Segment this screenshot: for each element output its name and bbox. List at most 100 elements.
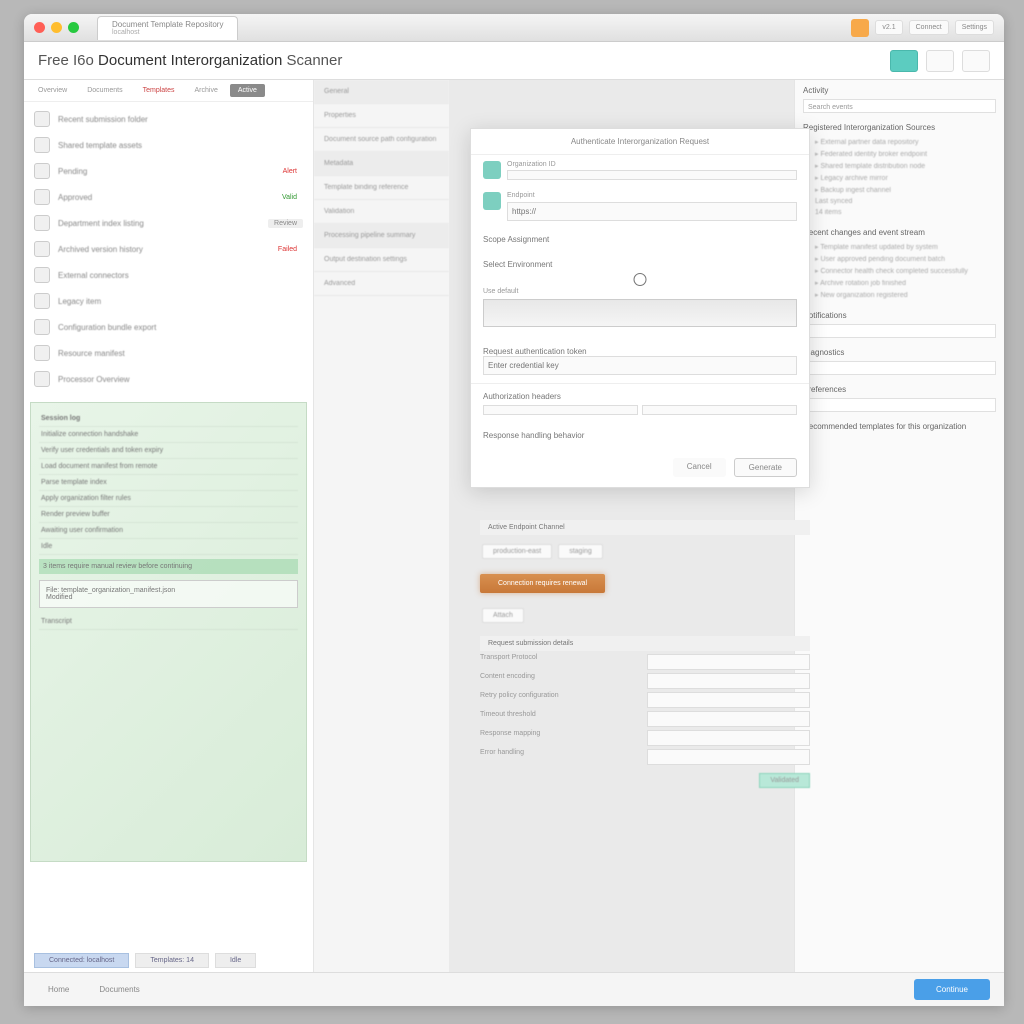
event-item[interactable]: Connector health check completed success… [803,265,996,277]
cancel-button[interactable]: Cancel [673,458,726,477]
tab-archive[interactable]: Archive [187,84,226,97]
footer-documents[interactable]: Documents [89,981,149,998]
source-item[interactable]: Federated identity broker endpoint [803,148,996,160]
property-section[interactable]: Template binding reference [314,176,449,200]
property-section[interactable]: Metadata [314,152,449,176]
sidebar-list: Recent submission folderShared template … [24,102,313,396]
header-key-input[interactable] [483,405,638,415]
close-icon[interactable] [34,22,45,33]
field-input[interactable] [647,692,810,708]
attach-button[interactable]: Attach [482,608,524,623]
sidebar-item[interactable]: Resource manifest [24,340,313,366]
document-icon [34,163,50,179]
status-tag: Review [268,219,303,228]
property-section[interactable]: Processing pipeline summary [314,224,449,248]
header-val-input[interactable] [642,405,797,415]
event-item[interactable]: Template manifest updated by system [803,241,996,253]
sidebar-item[interactable]: Recent submission folder [24,106,313,132]
search-events-input[interactable]: Search events [803,99,996,113]
token-section: Request authentication token [483,347,797,356]
env-pill-staging[interactable]: staging [558,544,603,559]
source-item[interactable]: Legacy archive mirror [803,172,996,184]
app-icon [851,19,869,37]
property-section[interactable]: Validation [314,200,449,224]
sidebar-item-label: Configuration bundle export [58,323,303,332]
form-row: Error handling [480,749,810,765]
sidebar-item[interactable]: PendingAlert [24,158,313,184]
notifications-box[interactable] [803,324,996,338]
tab-documents[interactable]: Documents [79,84,130,97]
field-input[interactable] [647,711,810,727]
credential-input[interactable] [483,356,797,375]
log-row: Parse template index [39,475,298,491]
sidebar-item[interactable]: Legacy item [24,288,313,314]
tab-title: Document Template Repository [112,20,223,29]
footer-home[interactable]: Home [38,981,79,998]
property-section[interactable]: General [314,80,449,104]
maximize-icon[interactable] [68,22,79,33]
search-placeholder: Search events [808,104,853,111]
event-item[interactable]: User approved pending document batch [803,253,996,265]
sidebar-item-label: Department index listing [58,219,260,228]
property-section[interactable]: Properties [314,104,449,128]
field-input[interactable] [647,654,810,670]
property-section[interactable]: Document source path configuration [314,128,449,152]
document-icon [34,215,50,231]
field-label: Error handling [480,749,641,765]
source-item[interactable]: Shared template distribution node [803,160,996,172]
radio-label: Use default [483,288,518,295]
scope-section: Scope Assignment [471,227,809,252]
field-input[interactable] [647,749,810,765]
diagnostics-box[interactable] [803,361,996,375]
continue-button[interactable]: Continue [914,979,990,1000]
source-item[interactable]: External partner data repository [803,136,996,148]
sidebar-item[interactable]: Archived version historyFailed [24,236,313,262]
generate-button[interactable]: Generate [734,458,797,477]
sidebar-item[interactable]: External connectors [24,262,313,288]
header-action-2[interactable] [926,50,954,72]
environment-selector[interactable] [483,299,797,327]
event-item[interactable]: Archive rotation job finished [803,277,996,289]
titlebar: Document Template Repository localhost v… [24,14,1004,42]
minimize-icon[interactable] [51,22,62,33]
settings-button[interactable]: Settings [955,20,994,35]
event-item[interactable]: New organization registered [803,289,996,301]
validated-badge: Validated [759,773,810,788]
document-icon [34,189,50,205]
tab-templates[interactable]: Templates [135,84,183,97]
chip-icon-2[interactable] [483,192,501,210]
preferences-box[interactable] [803,398,996,412]
sidebar-item[interactable]: Department index listing Review [24,210,313,236]
property-section[interactable]: Advanced [314,272,449,296]
endpoint-input[interactable] [507,202,797,221]
field-input[interactable] [647,673,810,689]
org-id-input[interactable] [507,170,797,180]
tab-overview[interactable]: Overview [30,84,75,97]
connect-button[interactable]: Connect [909,20,949,35]
source-item[interactable]: Backup ingest channel [803,184,996,196]
default-radio[interactable] [483,273,797,286]
tab-active[interactable]: Active [230,84,265,97]
status-tag: Alert [277,167,303,176]
title-prefix: Free I6o [38,52,98,69]
status-templates: Templates: 14 [135,953,209,968]
sidebar-item[interactable]: ApprovedValid [24,184,313,210]
chip-icon-1[interactable] [483,161,501,179]
meta-last-synced: Last synced [803,196,996,207]
field-input[interactable] [647,730,810,746]
sidebar-tabs: Overview Documents Templates Archive Act… [24,80,313,102]
sources-title: Registered Interorganization Sources [803,123,996,132]
header-action-primary[interactable] [890,50,918,72]
sidebar-item-label: External connectors [58,271,303,280]
field-label: Retry policy configuration [480,692,641,708]
header-action-3[interactable] [962,50,990,72]
browser-tab[interactable]: Document Template Repository localhost [97,16,238,40]
sidebar-item-label: Resource manifest [58,349,303,358]
sidebar-item[interactable]: Shared template assets [24,132,313,158]
sidebar-item[interactable]: Processor Overview [24,366,313,392]
log-file-title: File: template_organization_manifest.jso… [46,587,291,594]
sidebar-item[interactable]: Configuration bundle export [24,314,313,340]
property-section[interactable]: Output destination settings [314,248,449,272]
env-pill-prod[interactable]: production-east [482,544,552,559]
window-controls [34,22,79,33]
